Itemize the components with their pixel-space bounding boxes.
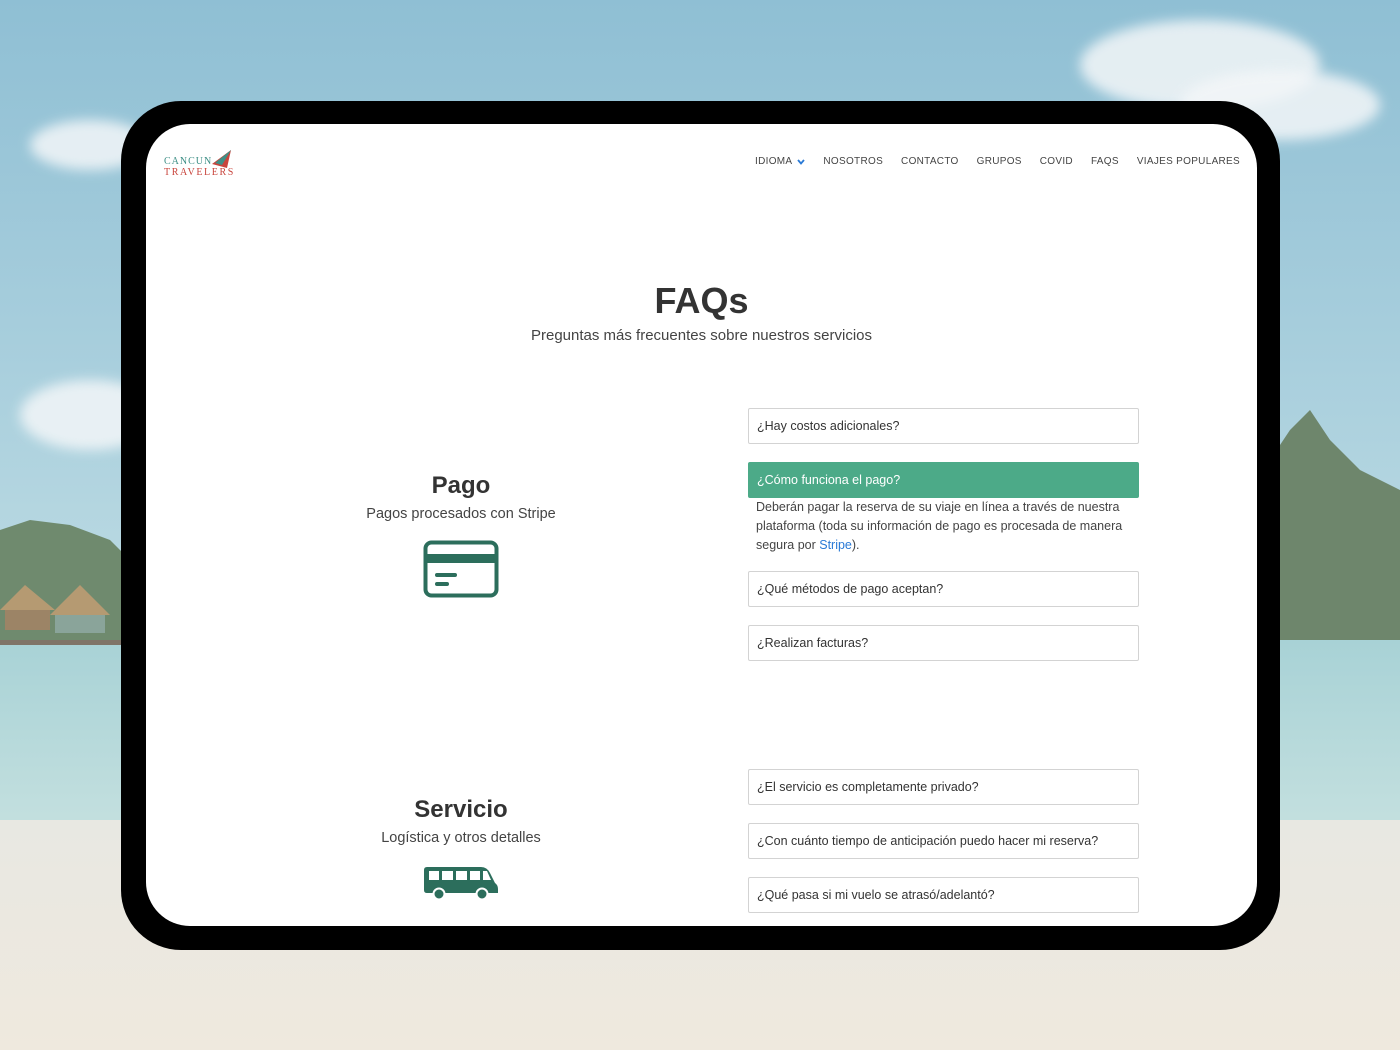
page-title: FAQs [654,280,749,321]
nav-item-label: GRUPOS [976,156,1022,167]
faq-question[interactable]: ¿Hay costos adicionales? [748,408,1139,444]
faq-question[interactable]: ¿Con cuánto tiempo de anticipación puedo… [748,823,1139,859]
faq-question[interactable]: ¿Qué pasa si mi vuelo se atrasó/adelantó… [748,877,1139,913]
nav-item-grupos[interactable]: GRUPOS [968,156,1031,167]
nav-item-label: COVID [1039,156,1073,167]
brand-line-2: TRAVELERS [164,167,235,178]
browser-screen: CANCUN TRAVELERS IDIOMA NOSOTROS CONTACT… [146,124,1257,926]
faq-question-label: ¿El servicio es completamente privado? [757,780,979,794]
nav-item-contacto[interactable]: CONTACTO [892,156,968,167]
nav-item-label: IDIOMA [755,156,793,167]
nav-item-label: VIAJES POPULARES [1136,156,1240,167]
paper-plane-icon [212,150,231,168]
faq-question-label: ¿Qué pasa si mi vuelo se atrasó/adelantó… [757,888,995,902]
faq-answer: Deberán pagar la reserva de su viaje en … [756,498,1136,555]
chevron-down-icon [797,158,806,165]
faq-answer-text-end: ). [851,538,860,552]
nav-item-idioma[interactable]: IDIOMA [746,156,814,167]
faq-question[interactable]: ¿Qué métodos de pago aceptan? [748,571,1139,607]
credit-card-icon [423,540,499,598]
faq-question-label: ¿Con cuánto tiempo de anticipación puedo… [757,834,1099,848]
section-title: Servicio [414,796,508,823]
faq-question[interactable]: ¿El servicio es completamente privado? [748,769,1139,805]
section-pago-header: Pago Pagos procesados con Stripe [311,472,611,522]
section-title: Pago [431,472,491,499]
nav-item-faqs[interactable]: FAQS [1082,156,1128,167]
faq-question-label: ¿Realizan facturas? [757,636,869,650]
faq-answer-text: Deberán pagar la reserva de su viaje en … [756,500,1123,552]
nav-item-nosotros[interactable]: NOSOTROS [814,156,892,167]
faq-question-label: ¿Cómo funciona el pago? [757,473,901,487]
faq-question-active[interactable]: ¿Cómo funciona el pago? [748,462,1139,498]
faq-question[interactable]: ¿Realizan facturas? [748,625,1139,661]
nav-item-covid[interactable]: COVID [1031,156,1082,167]
page-subtitle: Preguntas más frecuentes sobre nuestros … [531,327,872,344]
section-servicio-header: Servicio Logística y otros detalles [311,796,611,846]
nav-item-label: FAQS [1090,156,1119,167]
brand-logo[interactable]: CANCUN TRAVELERS [164,150,254,178]
faq-question-label: ¿Qué métodos de pago aceptan? [757,582,944,596]
nav-item-label: NOSOTROS [823,156,884,167]
stripe-link[interactable]: Stripe [819,538,852,552]
main-nav: IDIOMA NOSOTROS CONTACTO GRUPOS COVID FA… [746,156,1249,167]
brand-line-1: CANCUN [164,156,213,167]
van-icon [424,867,498,901]
nav-item-viajes-populares[interactable]: VIAJES POPULARES [1128,156,1249,167]
nav-item-label: CONTACTO [901,156,959,167]
faq-question-label: ¿Hay costos adicionales? [757,419,900,433]
section-subtitle: Pagos procesados con Stripe [366,506,556,522]
section-subtitle: Logística y otros detalles [381,830,541,846]
